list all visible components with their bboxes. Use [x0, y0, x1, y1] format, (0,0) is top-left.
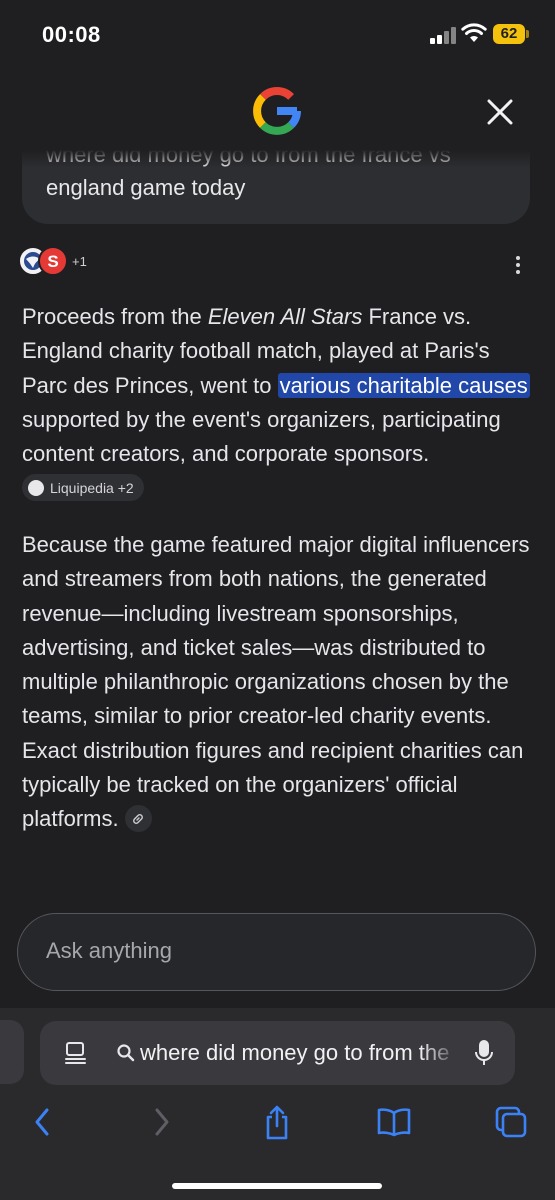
- highlighted-link[interactable]: various charitable causes: [277, 372, 530, 398]
- chevron-left-icon: [35, 1108, 49, 1136]
- tabs-icon: [495, 1106, 527, 1138]
- s-source-icon: S: [38, 246, 68, 276]
- answer-text: Because the game featured major digital …: [22, 532, 530, 832]
- link-citation-button[interactable]: [124, 805, 152, 833]
- status-bar: 00:08 62: [0, 0, 555, 70]
- chevron-right-icon: [155, 1108, 169, 1136]
- answer-paragraph-1: Proceeds from the Eleven All Stars Franc…: [22, 300, 532, 506]
- link-icon: [133, 813, 144, 824]
- more-options-button[interactable]: [506, 252, 530, 278]
- reader-mode-icon[interactable]: [64, 1041, 88, 1065]
- close-icon: [487, 99, 513, 125]
- citation-chip[interactable]: Liquipedia +2: [22, 474, 144, 502]
- answer-text: Proceeds from the: [22, 304, 208, 329]
- battery-indicator: 62: [493, 24, 525, 44]
- svg-text:S: S: [47, 252, 58, 271]
- header-fade: [0, 138, 555, 168]
- previous-tab-edge[interactable]: [0, 1020, 24, 1084]
- close-button[interactable]: [478, 90, 522, 134]
- book-icon: [377, 1108, 411, 1137]
- share-button[interactable]: [257, 1102, 297, 1142]
- citation-label: Liquipedia +2: [50, 479, 134, 496]
- search-icon: [117, 1044, 135, 1062]
- cellular-signal-icon: [430, 26, 458, 44]
- forward-button[interactable]: [142, 1102, 182, 1142]
- answer-text: supported by the event's organizers, par…: [22, 406, 501, 467]
- ask-input[interactable]: Ask anything: [17, 913, 536, 991]
- liquipedia-icon: [28, 479, 44, 496]
- tabs-button[interactable]: [491, 1102, 531, 1142]
- wifi-icon: [461, 23, 487, 42]
- address-text: where did money go to from the france vs…: [140, 1040, 452, 1065]
- share-icon: [266, 1105, 288, 1140]
- bookmarks-button[interactable]: [374, 1102, 414, 1142]
- source-count: +1: [72, 254, 87, 269]
- address-fade: [420, 1021, 460, 1085]
- ask-placeholder: Ask anything: [46, 938, 172, 963]
- battery-tip: [526, 30, 529, 38]
- answer-event-name: Eleven All Stars: [207, 304, 363, 329]
- status-time: 00:08: [42, 22, 101, 47]
- google-g-logo: [253, 87, 301, 135]
- microphone-icon[interactable]: [474, 1039, 494, 1067]
- back-button[interactable]: [22, 1102, 62, 1142]
- address-bar[interactable]: where did money go to from the france vs…: [40, 1021, 515, 1085]
- home-indicator: [172, 1183, 382, 1189]
- answer-paragraph-2: Because the game featured major digital …: [22, 528, 532, 837]
